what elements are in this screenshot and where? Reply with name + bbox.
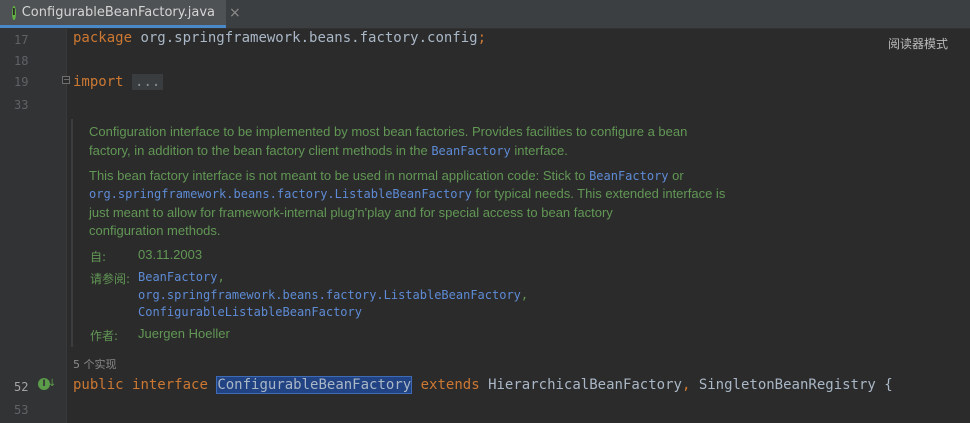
doc-text: This bean factory interface is not meant…	[89, 168, 586, 183]
see-link-configurable-listable-bean-factory[interactable]: ConfigurableListableBeanFactory	[138, 305, 362, 319]
since-value: 03.11.2003	[138, 247, 203, 262]
line-number: 18	[14, 54, 29, 68]
keyword: extends	[420, 377, 480, 393]
comma: ,	[681, 377, 691, 393]
fold-toggle-icon[interactable]: −	[62, 76, 70, 84]
reader-mode-toggle[interactable]: 阅读器模式	[888, 35, 948, 52]
rendered-javadoc: Configuration interface to be implemente…	[71, 119, 970, 347]
close-icon[interactable]: ×	[229, 5, 241, 21]
doc-text: or	[672, 168, 684, 183]
folded-imports[interactable]: ...	[132, 74, 164, 90]
package-name: org.springframework.beans.factory.config	[132, 30, 478, 46]
link-text[interactable]: org.springframework.beans.factory.Listab…	[138, 288, 521, 302]
code-line-package: package org.springframework.beans.factor…	[73, 30, 486, 46]
doc-paragraph-2-line-4: configuration methods.	[89, 223, 221, 238]
see-link-beanfactory[interactable]: BeanFactory,	[138, 270, 225, 284]
parent-interface[interactable]: SingletonBeanRegistry	[699, 377, 876, 393]
doc-paragraph-1-line-2: factory, in addition to the bean factory…	[89, 141, 568, 161]
line-number-gutter: 17 18 19 33 52 53	[0, 29, 67, 423]
separator: ,	[217, 270, 225, 284]
down-arrow-icon: ↓	[48, 378, 57, 389]
author-label: 作者:	[90, 329, 119, 343]
link-text[interactable]: BeanFactory	[138, 270, 217, 284]
doc-text: for typical needs. This extended interfa…	[475, 186, 726, 201]
line-number: 53	[14, 403, 29, 417]
doc-paragraph-2-line-1: This bean factory interface is not meant…	[89, 166, 684, 186]
implementations-count[interactable]: 5 个实现	[73, 356, 117, 372]
doc-link-beanfactory[interactable]: BeanFactory	[589, 169, 668, 183]
keyword: interface	[132, 377, 208, 393]
keyword: package	[73, 30, 133, 46]
tab-configurable-bean-factory[interactable]: I ConfigurableBeanFactory.java ×	[0, 0, 241, 28]
line-number: 33	[14, 98, 29, 112]
tab-title: ConfigurableBeanFactory.java	[21, 5, 215, 20]
line-number: 17	[14, 33, 29, 47]
parent-interface[interactable]: HierarchicalBeanFactory	[488, 377, 682, 393]
interface-name-highlight[interactable]: ConfigurableBeanFactory	[216, 376, 413, 394]
see-label: 请参阅:	[90, 272, 131, 286]
keyword: public	[73, 377, 124, 393]
separator: ,	[520, 288, 529, 302]
doc-text: factory, in addition to the bean factory…	[89, 143, 428, 158]
author-value: Juergen Hoeller	[138, 326, 230, 341]
doc-paragraph-2-line-2: org.springframework.beans.factory.Listab…	[89, 184, 725, 204]
code-line-import: import ...	[73, 74, 164, 90]
line-number: 52	[14, 380, 29, 394]
editor-tab-bar: I ConfigurableBeanFactory.java ×	[0, 0, 970, 29]
doc-link-beanfactory[interactable]: BeanFactory	[431, 144, 510, 158]
line-number: 19	[14, 75, 29, 89]
doc-paragraph-1-line-1: Configuration interface to be implemente…	[89, 124, 688, 139]
doc-link-listable-bean-factory[interactable]: org.springframework.beans.factory.Listab…	[89, 187, 472, 201]
keyword: import	[73, 74, 124, 90]
interface-icon: I	[12, 5, 16, 20]
open-brace: {	[884, 377, 893, 393]
vertical-scrollbar[interactable]	[962, 29, 970, 423]
semicolon: ;	[477, 30, 487, 46]
doc-paragraph-2-line-3: just meant to allow for framework-intern…	[89, 205, 613, 220]
doc-text: interface.	[514, 143, 568, 158]
see-link-listable-bean-factory[interactable]: org.springframework.beans.factory.Listab…	[138, 288, 528, 302]
code-line-interface-declaration: public interface ConfigurableBeanFactory…	[73, 376, 893, 394]
since-label: 自:	[90, 250, 107, 264]
